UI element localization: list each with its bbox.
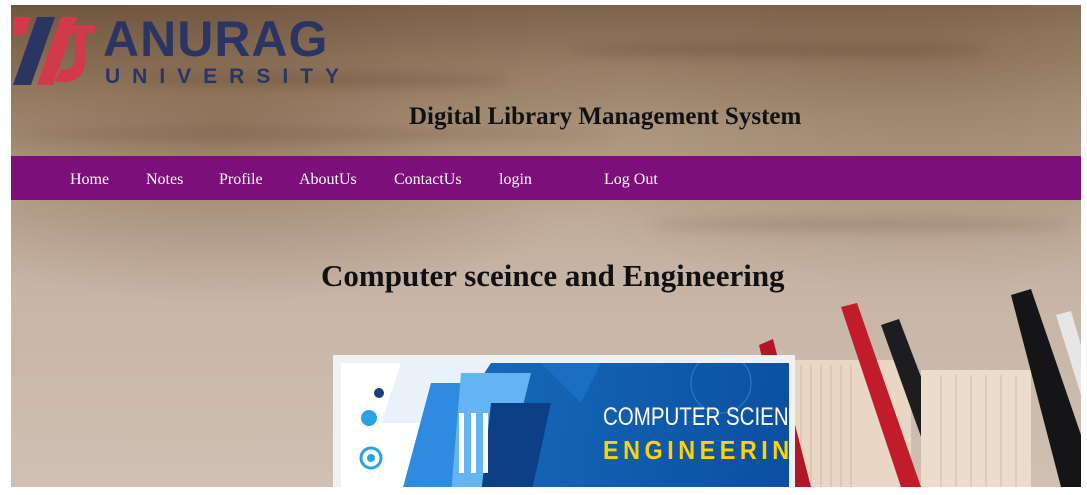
- nav-login-link[interactable]: login: [499, 156, 532, 200]
- banner-title-line1: COMPUTER SCIENCE: [603, 403, 789, 431]
- nav-aboutus-link[interactable]: AboutUs: [299, 156, 357, 200]
- cse-banner-image: COMPUTER SCIENCE ENGINEERING: [341, 363, 789, 487]
- nav-notes-link[interactable]: Notes: [146, 156, 183, 200]
- department-heading: Computer sceince and Engineering: [321, 258, 785, 293]
- cse-banner: COMPUTER SCIENCE ENGINEERING: [333, 355, 795, 487]
- main-navbar: Home Notes Profile AboutUs ContactUs log…: [11, 156, 1081, 200]
- page-background: ANURAG UNIVERSITY Digital Library Manage…: [11, 5, 1081, 487]
- logo-wordmark: ANURAG: [103, 11, 329, 67]
- anurag-logo-mark-icon: [13, 17, 95, 85]
- banner-title-line2: ENGINEERING: [603, 435, 789, 465]
- nav-contactus-link[interactable]: ContactUs: [394, 156, 462, 200]
- site-title: Digital Library Management System: [409, 103, 802, 130]
- logo-subtitle: UNIVERSITY: [105, 65, 352, 88]
- nav-profile-link[interactable]: Profile: [219, 156, 263, 200]
- university-logo[interactable]: ANURAG UNIVERSITY: [11, 11, 341, 89]
- nav-home-link[interactable]: Home: [70, 156, 109, 200]
- nav-logout-link[interactable]: Log Out: [604, 156, 658, 200]
